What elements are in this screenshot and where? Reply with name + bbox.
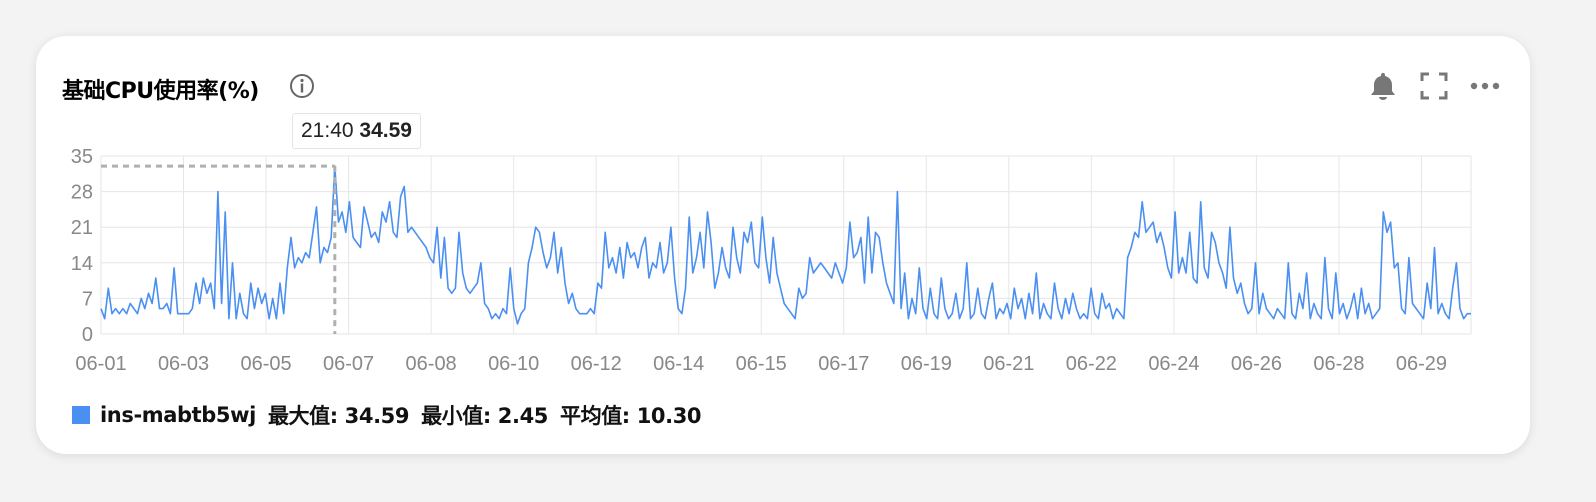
x-tick-label: 06-22 bbox=[1066, 353, 1117, 375]
chart-card: 基础CPU使用率(%) 0 7 14 21 28 35 06-01 06-03 06-05 06-… bbox=[36, 36, 1530, 454]
x-tick-label: 06-08 bbox=[406, 353, 457, 375]
x-tick-label: 06-15 bbox=[736, 353, 787, 375]
x-tick-label: 06-01 bbox=[75, 353, 126, 375]
y-tick-label: 35 bbox=[71, 146, 93, 168]
x-tick-label: 06-17 bbox=[818, 353, 869, 375]
x-tick-label: 06-29 bbox=[1396, 353, 1447, 375]
chart-legend[interactable]: ins-mabtb5wj 最大值: 34.59 最小值: 2.45 平均值: 1… bbox=[72, 402, 702, 428]
series-line bbox=[100, 165, 1471, 325]
y-tick-label: 7 bbox=[82, 288, 93, 310]
x-tick-label: 06-12 bbox=[571, 353, 622, 375]
x-tick-label: 06-21 bbox=[983, 353, 1034, 375]
x-tick-label: 06-05 bbox=[240, 353, 291, 375]
tooltip-value: 34.59 bbox=[359, 119, 412, 142]
legend-avg: 平均值: 10.30 bbox=[560, 404, 702, 428]
legend-swatch bbox=[72, 406, 90, 424]
y-tick-label: 14 bbox=[71, 253, 93, 275]
x-tick-label: 06-19 bbox=[901, 353, 952, 375]
x-tick-label: 06-10 bbox=[488, 353, 539, 375]
line-chart: 0 7 14 21 28 35 06-01 06-03 06-05 06-07 06-08 06-10… bbox=[71, 146, 1472, 375]
y-tick-label: 28 bbox=[71, 182, 93, 204]
legend-max: 最大值: 34.59 bbox=[267, 404, 410, 428]
x-tick-label: 06-28 bbox=[1313, 353, 1364, 375]
legend-series-name: ins-mabtb5wj bbox=[100, 403, 256, 427]
y-tick-label: 21 bbox=[71, 217, 93, 239]
x-tick-label: 06-24 bbox=[1148, 353, 1199, 375]
legend-min: 最小值: 2.45 bbox=[421, 404, 548, 428]
x-tick-label: 06-07 bbox=[323, 353, 374, 375]
x-tick-label: 06-03 bbox=[158, 353, 209, 375]
y-tick-label: 0 bbox=[82, 324, 93, 346]
x-tick-label: 06-14 bbox=[653, 353, 704, 375]
tooltip-time: 21:40 bbox=[301, 119, 354, 142]
x-tick-label: 06-26 bbox=[1231, 353, 1282, 375]
chart-tooltip: 21:40 34.59 bbox=[292, 113, 421, 149]
